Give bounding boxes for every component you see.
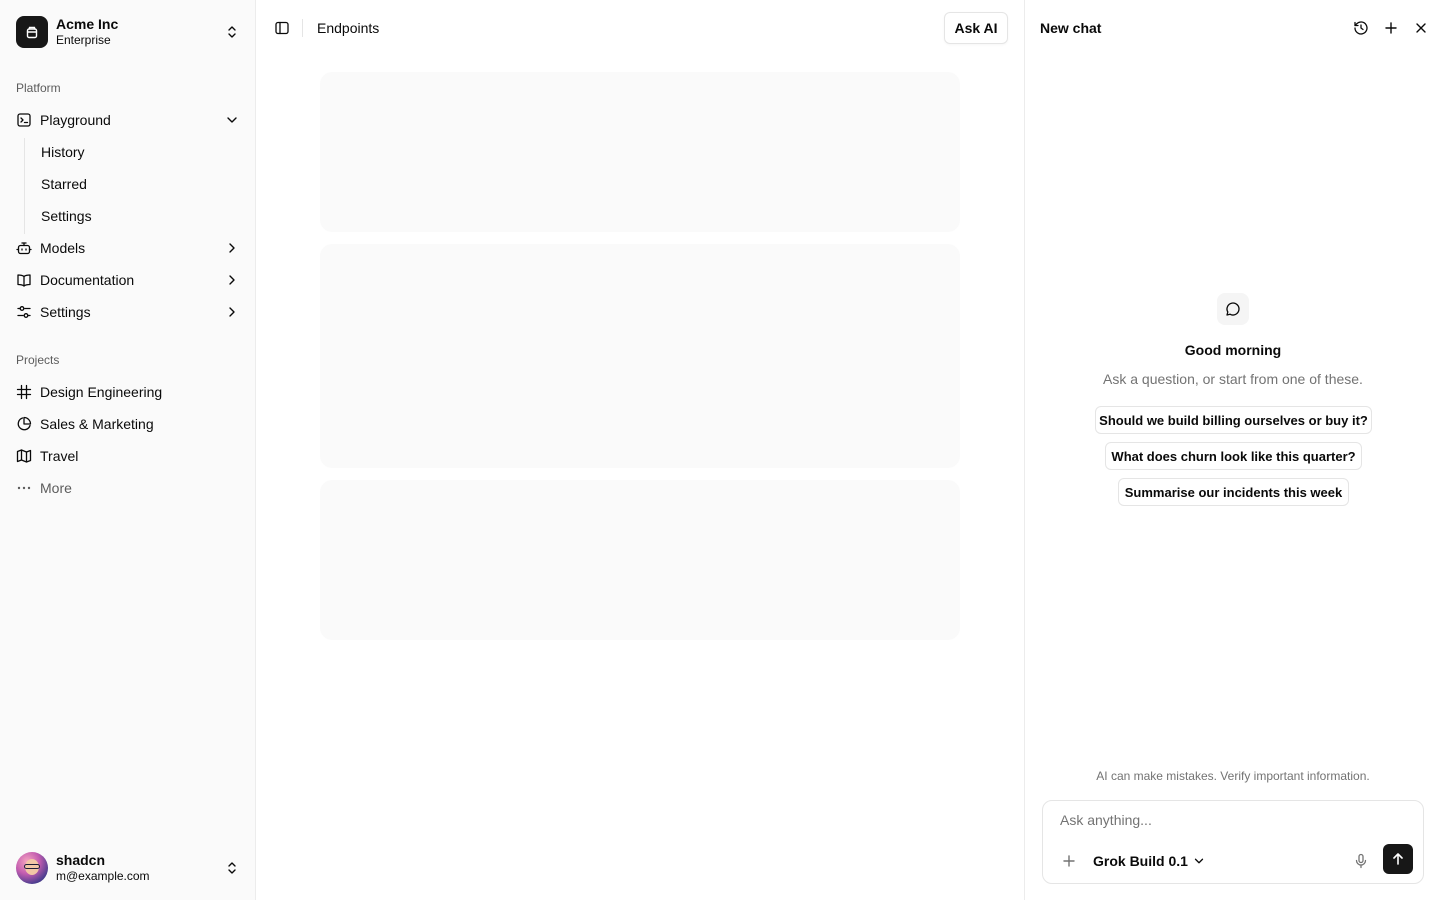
sidebar-item-settings[interactable]: Settings: [8, 296, 248, 328]
pie-chart-icon: [16, 416, 32, 432]
chat-panel: New chat Good morning Ask a question, or…: [1024, 0, 1440, 900]
chat-subtitle: Ask a question, or start from one of the…: [1103, 371, 1363, 387]
book-open-icon: [16, 272, 32, 288]
project-item-travel[interactable]: Travel: [8, 440, 248, 472]
attach-button[interactable]: [1057, 849, 1081, 873]
new-chat-button[interactable]: [1379, 16, 1403, 40]
voice-input-button[interactable]: [1349, 849, 1373, 873]
history-icon: [1353, 20, 1369, 36]
sidebar-subitem-history[interactable]: History: [33, 138, 241, 166]
topbar: Endpoints Ask AI: [256, 0, 1024, 56]
avatar: [16, 852, 48, 884]
chat-greeting: Good morning: [1184, 342, 1282, 358]
arrow-up-icon: [1390, 851, 1406, 867]
ai-disclaimer: AI can make mistakes. Verify important i…: [1096, 769, 1370, 783]
settings-sliders-icon: [16, 304, 32, 320]
microphone-icon: [1353, 853, 1369, 869]
user-menu[interactable]: shadcn m@example.com: [8, 844, 248, 892]
sidebar-toggle-button[interactable]: [270, 16, 294, 40]
chevron-down-icon: [1192, 854, 1206, 868]
chat-input[interactable]: [1060, 809, 1400, 831]
skeleton-card: [320, 480, 960, 640]
suggestion-button[interactable]: Should we build billing ourselves or buy…: [1095, 406, 1372, 434]
breadcrumb: Endpoints: [317, 20, 380, 36]
chat-history-button[interactable]: [1349, 16, 1373, 40]
sidebar-subitem-settings[interactable]: Settings: [33, 202, 241, 230]
org-name: Acme Inc: [56, 15, 119, 32]
chevrons-up-down-icon: [224, 24, 240, 40]
group-label-projects: Projects: [16, 353, 60, 367]
sidebar-item-documentation[interactable]: Documentation: [8, 264, 248, 296]
model-selector[interactable]: Grok Build 0.1: [1093, 849, 1206, 873]
chevrons-up-down-icon: [224, 860, 240, 876]
org-plan: Enterprise: [56, 33, 111, 48]
frame-icon: [16, 384, 32, 400]
sidebar-item-label: Models: [40, 240, 86, 256]
sidebar: Acme Inc Enterprise Platform Playground …: [0, 0, 256, 900]
model-label: Grok Build 0.1: [1093, 853, 1188, 869]
more-horizontal-icon: [16, 480, 32, 496]
project-item-sales-marketing[interactable]: Sales & Marketing: [8, 408, 248, 440]
project-item-label: Travel: [40, 448, 79, 464]
project-item-label: Sales & Marketing: [40, 416, 154, 432]
sidebar-item-playground[interactable]: Playground: [8, 104, 248, 136]
org-logo-icon: [16, 16, 48, 48]
chevron-right-icon: [224, 272, 240, 288]
sidebar-item-models[interactable]: Models: [8, 232, 248, 264]
org-switcher[interactable]: Acme Inc Enterprise: [8, 8, 248, 56]
submenu-line: [24, 138, 25, 234]
send-button[interactable]: [1383, 844, 1413, 874]
skeleton-card: [320, 244, 960, 468]
terminal-square-icon: [16, 112, 32, 128]
sidebar-item-label: Documentation: [40, 272, 135, 288]
map-icon: [16, 448, 32, 464]
project-item-more[interactable]: More: [8, 472, 248, 504]
plus-icon: [1061, 853, 1077, 869]
bot-icon: [16, 240, 32, 256]
user-name: shadcn: [56, 851, 106, 868]
suggestion-button[interactable]: What does churn look like this quarter?: [1105, 442, 1362, 470]
sidebar-item-label: Playground: [40, 112, 111, 128]
chat-bubble-icon: [1217, 293, 1249, 325]
suggestion-button[interactable]: Summarise our incidents this week: [1118, 478, 1349, 506]
chevron-right-icon: [224, 240, 240, 256]
user-email: m@example.com: [56, 869, 150, 884]
main-content: Endpoints Ask AI: [256, 0, 1024, 900]
sidebar-item-label: Settings: [40, 304, 91, 320]
project-item-design-engineering[interactable]: Design Engineering: [8, 376, 248, 408]
project-item-label: Design Engineering: [40, 384, 163, 400]
chevron-down-icon: [224, 112, 240, 128]
ask-ai-button[interactable]: Ask AI: [944, 12, 1008, 44]
plus-icon: [1383, 20, 1399, 36]
close-icon: [1413, 20, 1429, 36]
chat-title: New chat: [1040, 20, 1102, 36]
close-chat-button[interactable]: [1409, 16, 1433, 40]
divider: [302, 19, 303, 37]
more-label: More: [40, 480, 72, 496]
chevron-right-icon: [224, 304, 240, 320]
skeleton-card: [320, 72, 960, 232]
group-label-platform: Platform: [16, 81, 61, 95]
sidebar-subitem-starred[interactable]: Starred: [33, 170, 241, 198]
panel-left-icon: [274, 20, 290, 36]
chat-composer: Grok Build 0.1: [1042, 800, 1424, 884]
